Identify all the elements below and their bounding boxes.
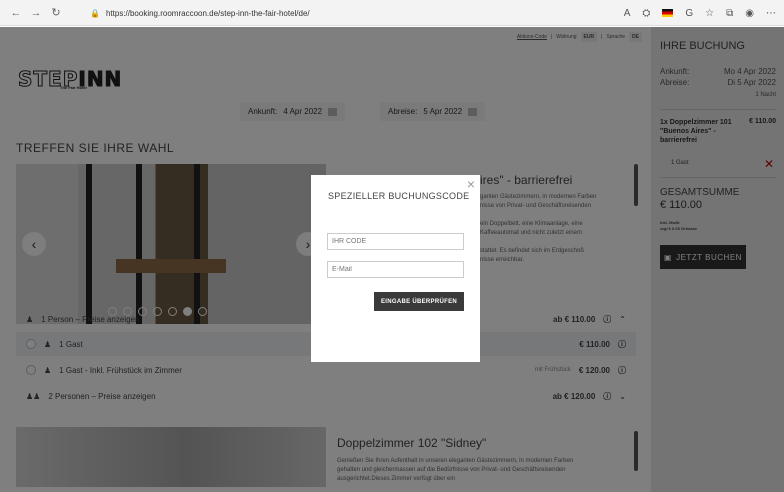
- lock-icon: 🔒: [90, 8, 100, 18]
- modal-title: SPEZIELLER BUCHUNGSCODE: [328, 191, 470, 201]
- verify-code-button[interactable]: EINGABE ÜBERPRÜFEN: [374, 292, 464, 311]
- collections-icon[interactable]: ⧉: [726, 8, 733, 19]
- favorite-icon[interactable]: ☆: [705, 8, 714, 19]
- reader-icon[interactable]: A: [624, 8, 631, 19]
- reload-icon[interactable]: ↻: [46, 3, 66, 23]
- flag-icon[interactable]: [662, 9, 674, 17]
- booking-code-input[interactable]: [327, 233, 464, 250]
- email-input[interactable]: [327, 261, 464, 278]
- back-icon[interactable]: ←: [6, 3, 26, 23]
- url-text[interactable]: https://booking.roomraccoon.de/step-inn-…: [106, 9, 310, 18]
- refresh-extension-icon[interactable]: G: [685, 8, 693, 19]
- profile-icon[interactable]: ◉: [745, 8, 754, 19]
- tracker-icon[interactable]: ⛭: [642, 8, 650, 19]
- more-icon[interactable]: ⋯: [766, 8, 776, 19]
- close-icon[interactable]: ×: [465, 176, 477, 192]
- address-bar[interactable]: 🔒 https://booking.roomraccoon.de/step-in…: [90, 4, 640, 22]
- browser-toolbar: ← → ↻ 🔒 https://booking.roomraccoon.de/s…: [0, 0, 784, 26]
- browser-actions: A ⛭ G ☆ ⧉ ◉ ⋯: [624, 4, 776, 22]
- forward-icon[interactable]: →: [26, 3, 46, 23]
